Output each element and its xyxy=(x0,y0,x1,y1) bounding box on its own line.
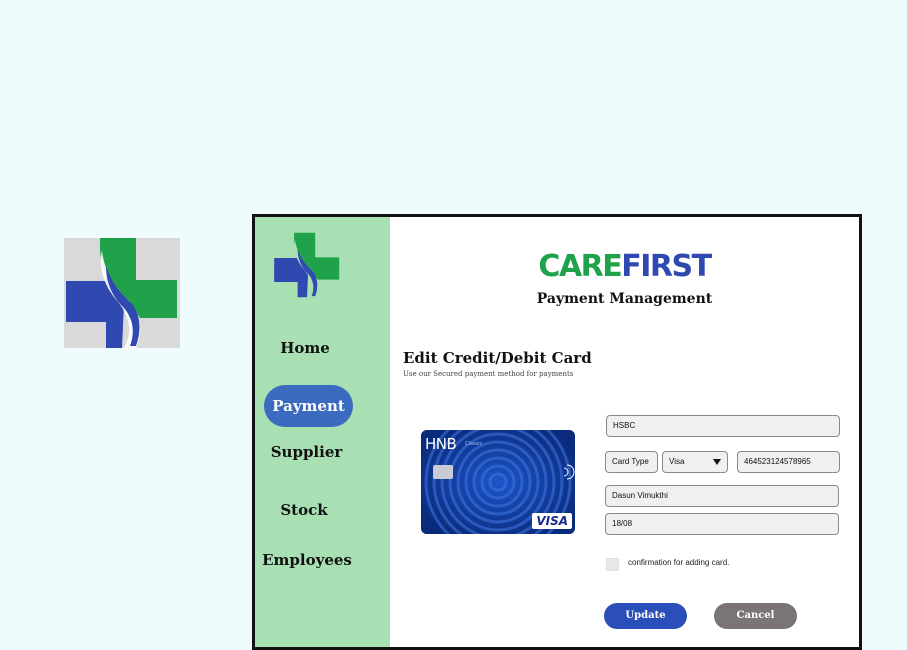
bank-name-field[interactable]: HSBC xyxy=(606,415,840,437)
sidebar-item-supplier[interactable]: Supplier xyxy=(255,443,358,461)
credit-card-image: HNB Classic VISA xyxy=(421,430,575,534)
brand-wordmark: CAREFIRST xyxy=(390,249,859,284)
brand-name-first: FIRST xyxy=(621,249,712,284)
sidebar: Home Payment Supplier Stock Employees xyxy=(255,217,390,647)
app-window: Home Payment Supplier Stock Employees CA… xyxy=(252,214,862,650)
cancel-button[interactable]: Cancel xyxy=(714,603,797,629)
card-holder-name-field[interactable]: Dasun Vimukthi xyxy=(605,485,839,507)
card-bank-name: HNB xyxy=(425,435,457,453)
sidebar-item-stock[interactable]: Stock xyxy=(255,501,353,519)
card-network-logo: VISA xyxy=(532,513,572,529)
app-logo-tile xyxy=(64,238,180,348)
confirm-checkbox-label: confirmation for adding card. xyxy=(628,558,730,567)
confirm-checkbox[interactable] xyxy=(606,558,619,571)
card-tier: Classic xyxy=(465,441,483,447)
page-title: Payment Management xyxy=(536,291,713,307)
sidebar-item-home[interactable]: Home xyxy=(255,339,355,357)
expiry-date-field[interactable]: 18/08 xyxy=(605,513,839,535)
card-type-select[interactable]: Visa xyxy=(662,451,728,473)
card-chip xyxy=(433,465,453,479)
card-type-select-value: Visa xyxy=(669,457,685,466)
card-type-label-box: Card Type xyxy=(605,451,658,473)
brand-name-care: CARE xyxy=(538,249,622,284)
update-button[interactable]: Update xyxy=(604,603,687,629)
medical-cross-icon xyxy=(66,238,177,348)
sidebar-item-payment[interactable]: Payment xyxy=(264,385,353,427)
card-number-field[interactable]: 464523124578965 xyxy=(737,451,840,473)
main-content: CAREFIRST Payment Management Edit Credit… xyxy=(390,217,859,647)
section-title: Edit Credit/Debit Card xyxy=(403,349,592,367)
medical-cross-icon xyxy=(274,232,340,298)
chevron-down-icon xyxy=(713,459,721,465)
section-hint: Use our Secured payment method for payme… xyxy=(403,370,574,378)
sidebar-logo xyxy=(273,232,341,302)
sidebar-item-employees[interactable]: Employees xyxy=(255,551,359,569)
